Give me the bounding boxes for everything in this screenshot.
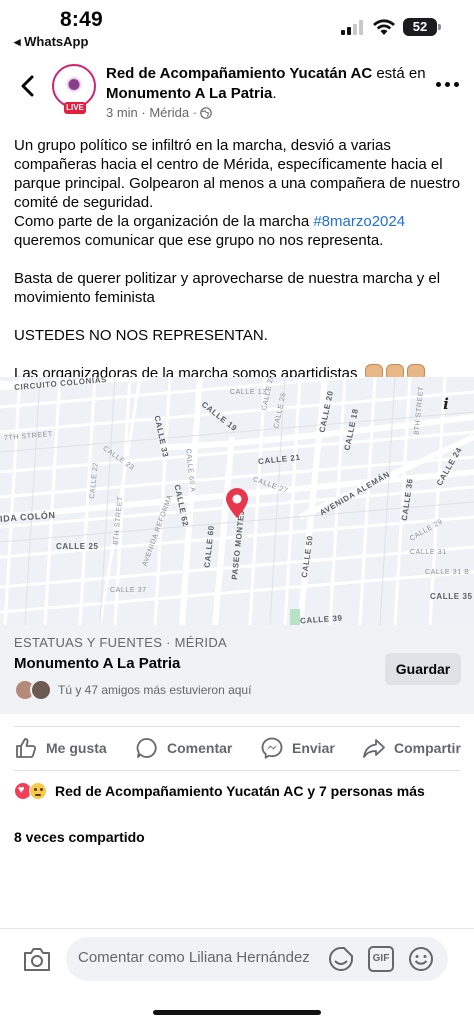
post-text: Un grupo político se infiltró en la marc…: [14, 136, 464, 383]
post-meta: 3 min · Mérida ·: [106, 105, 212, 120]
post-header-title: Red de Acompañamiento Yucatán AC está en…: [106, 64, 426, 104]
hashtag-link[interactable]: #8marzo2024: [313, 213, 405, 230]
sad-reaction-icon: [29, 782, 47, 800]
share-count[interactable]: 8 veces compartido: [14, 829, 145, 845]
share-label: Compartir: [394, 740, 461, 756]
camera-icon[interactable]: [22, 945, 52, 973]
cellular-signal-icon: [341, 20, 363, 35]
home-indicator[interactable]: [153, 1010, 321, 1015]
page-logo-icon: [59, 71, 89, 101]
emoji-icon[interactable]: [408, 946, 434, 972]
share-button[interactable]: Compartir: [362, 735, 461, 761]
comment-button[interactable]: Comentar: [135, 735, 232, 761]
place-name[interactable]: Monumento A La Patria: [14, 655, 180, 672]
status-bar: 8:49 ◂ WhatsApp 52: [0, 0, 474, 52]
location-link[interactable]: Monumento A La Patria: [106, 85, 272, 102]
more-dot-icon: [444, 81, 450, 87]
reactions-text: Red de Acompañamiento Yucatán AC y 7 per…: [55, 783, 425, 799]
comment-bubble-icon: [136, 738, 157, 758]
post-paragraph: Basta de querer politizar y aprovecharse…: [14, 270, 441, 306]
post-actions-bar: Me gusta Comentar Enviar Compartir: [0, 727, 474, 769]
location-pin-icon: [226, 488, 248, 518]
post-text-segment: queremos comunicar que ese grupo no nos …: [14, 232, 384, 249]
comment-label: Comentar: [167, 740, 233, 756]
gif-icon[interactable]: GIF: [368, 946, 394, 972]
header-connector: está en: [372, 65, 426, 82]
map-street-label: CALLE 37: [110, 587, 147, 594]
wifi-icon: [373, 19, 395, 35]
comment-input[interactable]: Comentar como Liliana Hernández GIF: [66, 937, 448, 981]
back-arrow-icon[interactable]: [14, 72, 42, 100]
live-badge: LIVE: [64, 102, 86, 114]
clock: 8:49: [60, 8, 103, 31]
map-info-icon[interactable]: i: [438, 395, 454, 413]
map-street-label: CALLE 35: [430, 592, 473, 601]
map-street-label: CALLE 13: [230, 389, 267, 396]
page-avatar[interactable]: LIVE: [52, 64, 96, 114]
share-arrow-icon: [363, 739, 385, 758]
back-to-app-link[interactable]: ◂ WhatsApp: [14, 34, 88, 50]
more-dot-icon: [453, 81, 459, 87]
post-timestamp[interactable]: 3 min · Mérida ·: [106, 105, 197, 120]
map-street-label: CALLE 31: [410, 549, 447, 556]
save-button[interactable]: Guardar: [385, 653, 461, 685]
divider: [14, 770, 460, 771]
globe-icon: [200, 106, 212, 119]
friends-visited-text: Tú y 47 amigos más estuvieron aquí: [58, 683, 252, 697]
more-dot-icon: [435, 81, 441, 87]
place-card[interactable]: ESTATUAS Y FUENTES · MÉRIDA Monumento A …: [0, 625, 474, 714]
thumbs-up-icon: [16, 738, 37, 758]
page-name-link[interactable]: Red de Acompañamiento Yucatán AC: [106, 65, 372, 82]
place-category: ESTATUAS Y FUENTES · MÉRIDA: [14, 635, 228, 650]
messenger-icon: [261, 737, 283, 760]
map-street-label: CALLE 31 B: [425, 569, 470, 576]
post-paragraph: Como parte de la organización de la marc…: [14, 212, 464, 250]
like-label: Me gusta: [46, 740, 107, 756]
post-text-segment: Como parte de la organización de la marc…: [14, 213, 314, 230]
comment-placeholder: Comentar como Liliana Hernández: [78, 949, 310, 966]
avatar: [30, 679, 52, 701]
send-button[interactable]: Enviar: [260, 735, 335, 761]
more-options-button[interactable]: [432, 74, 462, 94]
sticker-icon[interactable]: [328, 946, 354, 972]
post-paragraph: USTEDES NO NOS REPRESENTAN.: [14, 327, 268, 344]
send-label: Enviar: [292, 740, 335, 756]
post-paragraph: Un grupo político se infiltró en la marc…: [14, 137, 461, 211]
friend-avatars: [14, 679, 56, 703]
map-street-label: CALLE 25: [56, 542, 99, 551]
like-button[interactable]: Me gusta: [14, 735, 107, 761]
header-period: .: [272, 85, 277, 102]
reactions-summary[interactable]: Red de Acompañamiento Yucatán AC y 7 per…: [14, 782, 425, 800]
battery-indicator: 52: [403, 18, 441, 36]
